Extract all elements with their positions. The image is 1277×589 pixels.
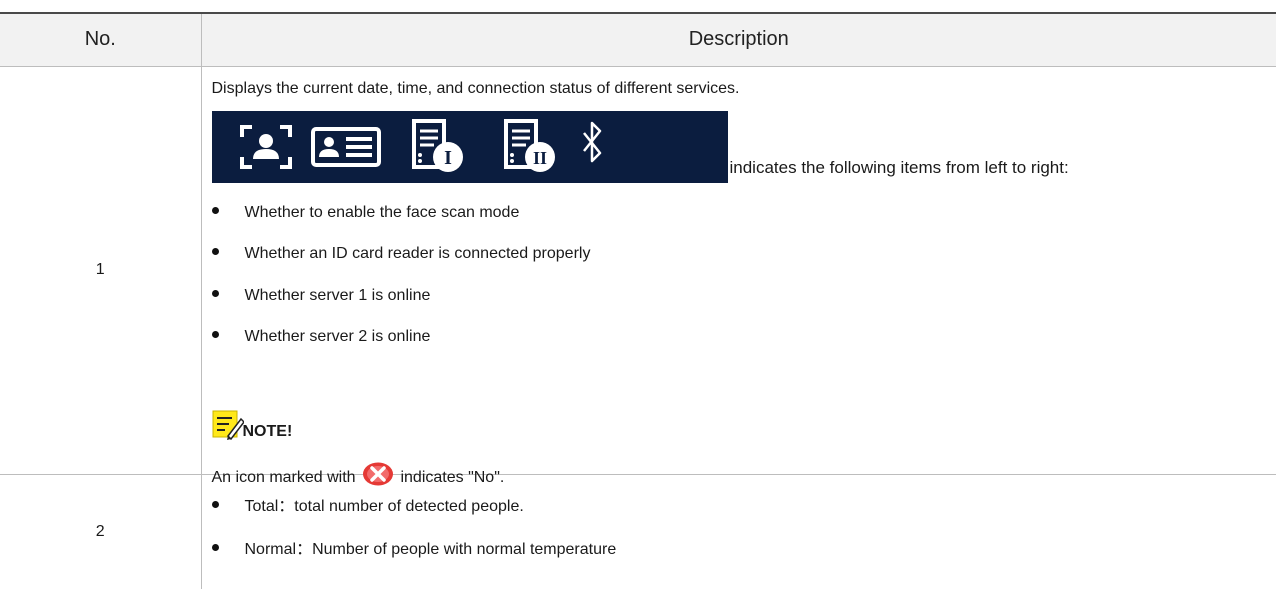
row-number: 1 (0, 66, 202, 475)
svg-text:I: I (444, 147, 452, 169)
table-row: 1 Displays the current date, time, and c… (0, 66, 1276, 486)
table-row: 2 Total：total number of detected people.… (0, 474, 1276, 589)
indicates-text: indicates the following items from left … (729, 157, 1069, 177)
row-number: 2 (0, 474, 202, 589)
face-scan-icon (239, 124, 292, 169)
list-item: Total：total number of detected people. (211, 492, 524, 516)
svg-text:II: II (532, 148, 546, 168)
header-description: Description (201, 12, 1276, 67)
list-item-text: Whether server 2 is online (244, 327, 431, 345)
note-icon (212, 410, 244, 440)
bullet-dot (211, 247, 219, 255)
bluetooth-icon (582, 121, 601, 162)
table-header-row: No. Description (0, 12, 1276, 67)
list-item: Whether an ID card reader is connected p… (211, 244, 591, 263)
row-description: Displays the current date, time, and con… (201, 66, 1276, 486)
bullet-dot (211, 206, 219, 214)
list-item-text: Whether to enable the face scan mode (244, 203, 520, 221)
list-item-text: Whether server 1 is online (244, 286, 431, 304)
bullet-dot (211, 330, 219, 338)
list-item-text: Whether an ID card reader is connected p… (244, 244, 591, 262)
description-table: No. Description 1 Displays the current d… (0, 12, 1276, 589)
list-item-text: Total：total number of detected people. (244, 497, 524, 515)
server-1-icon: I (411, 118, 463, 172)
id-card-icon (310, 126, 381, 167)
header-no: No. (0, 12, 202, 67)
bullet-dot (211, 543, 219, 551)
list-item: Whether to enable the face scan mode (211, 203, 520, 222)
status-icon-bar: I II (211, 110, 728, 183)
intro-text: Displays the current date, time, and con… (211, 79, 740, 97)
bullet-dot (211, 500, 219, 508)
list-item: Whether server 1 is online (211, 286, 431, 305)
list-item-text: Normal：Number of people with normal temp… (244, 540, 617, 558)
list-item: Whether server 2 is online (211, 327, 431, 346)
bullet-dot (211, 289, 219, 297)
row-description: Total：total number of detected people. N… (201, 474, 1276, 589)
server-2-icon: II (503, 118, 555, 172)
list-item: Normal：Number of people with normal temp… (211, 535, 617, 559)
note-label: NOTE! (242, 422, 293, 440)
